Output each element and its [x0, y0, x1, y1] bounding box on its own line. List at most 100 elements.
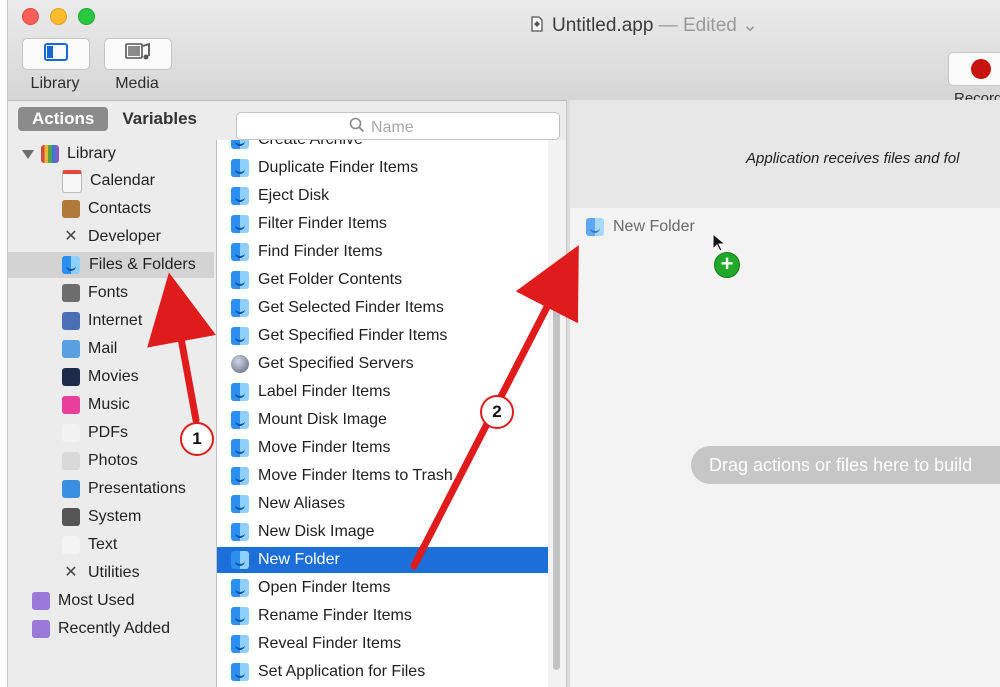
action-item[interactable]: Rename Finder Items — [217, 603, 549, 629]
sidebar-item-label: Movies — [88, 368, 139, 385]
sidebar-item-presentations[interactable]: Presentations — [62, 476, 186, 502]
library-toggle-button[interactable] — [22, 38, 90, 70]
action-item[interactable]: New Disk Image — [217, 519, 549, 545]
search-icon — [349, 117, 371, 138]
action-item[interactable]: Find Finder Items — [217, 239, 549, 265]
sidebar-item-movies[interactable]: Movies — [62, 364, 139, 390]
finder-icon — [231, 187, 249, 205]
sidebar-item-photos[interactable]: Photos — [62, 448, 138, 474]
sidebar-item-fonts[interactable]: Fonts — [62, 280, 128, 306]
files-folders-icon — [62, 256, 80, 274]
text-icon — [62, 536, 80, 554]
finder-icon — [231, 299, 249, 317]
action-item[interactable]: New Aliases — [217, 491, 549, 517]
sidebar-item-developer[interactable]: ✕ Developer — [62, 224, 161, 250]
sidebar-item-utilities[interactable]: ✕ Utilities — [62, 560, 140, 586]
music-icon — [62, 396, 80, 414]
sidebar-item-library-root[interactable]: Library — [22, 141, 116, 167]
finder-icon — [231, 411, 249, 429]
search-field[interactable]: Name — [236, 112, 560, 140]
sidebar-item-internet[interactable]: Internet — [62, 308, 142, 334]
smart-folder-icon — [32, 620, 50, 638]
sidebar-item-pdfs[interactable]: PDFs — [62, 420, 128, 446]
window-title-text: Untitled.app — [552, 15, 654, 36]
record-button[interactable] — [948, 52, 1000, 86]
close-window-button[interactable] — [22, 8, 39, 25]
action-item[interactable]: Move Finder Items — [217, 435, 549, 461]
sidebar-item-recently-added[interactable]: Recently Added — [32, 616, 170, 642]
zoom-window-button[interactable] — [78, 8, 95, 25]
sidebar-item-music[interactable]: Music — [62, 392, 130, 418]
action-item[interactable]: Move Finder Items to Trash — [217, 463, 549, 489]
disclosure-triangle-icon[interactable] — [22, 149, 34, 159]
annotation-step-1: 1 — [180, 422, 214, 456]
sidebar-item-files-folders[interactable]: Files & Folders — [8, 252, 214, 278]
finder-icon — [231, 140, 249, 149]
utilities-icon: ✕ — [64, 564, 78, 581]
action-item[interactable]: Filter Finder Items — [217, 211, 549, 237]
pdfs-icon — [62, 424, 80, 442]
sidebar-item-contacts[interactable]: Contacts — [62, 196, 151, 222]
action-item[interactable]: Eject Disk — [217, 183, 549, 209]
sidebar-item-system[interactable]: System — [62, 504, 141, 530]
chevron-down-icon[interactable]: ⌄ — [742, 15, 758, 36]
sidebar-item-most-used[interactable]: Most Used — [32, 588, 134, 614]
actions-scrollbar[interactable] — [548, 140, 567, 687]
sidebar-item-label: Photos — [88, 452, 138, 469]
action-item-label: Filter Finder Items — [258, 215, 387, 232]
action-item[interactable]: Set Application for Files — [217, 659, 549, 685]
tab-variables[interactable]: Variables — [108, 107, 211, 131]
action-item[interactable]: Open Finder Items — [217, 575, 549, 601]
action-item[interactable]: Get Selected Finder Items — [217, 295, 549, 321]
tab-actions[interactable]: Actions — [18, 107, 109, 131]
action-item-label: Move Finder Items — [258, 439, 391, 456]
sidebar-item-label: Calendar — [90, 172, 155, 189]
action-item[interactable]: New Folder — [217, 547, 549, 573]
action-item-label: Create Archive — [258, 140, 363, 149]
minimize-window-button[interactable] — [50, 8, 67, 25]
action-item-label: Move Finder Items to Trash — [258, 467, 453, 484]
finder-icon — [231, 495, 249, 513]
workflow-input-description: Application receives files and fol — [746, 150, 960, 167]
finder-icon — [586, 218, 604, 236]
action-item-label: Open Finder Items — [258, 579, 391, 596]
action-item[interactable]: Reveal Finder Items — [217, 631, 549, 657]
action-item[interactable]: Get Specified Finder Items — [217, 323, 549, 349]
finder-icon — [231, 271, 249, 289]
action-item-label: Set Application for Files — [258, 663, 426, 680]
dragged-action-label: New Folder — [613, 218, 695, 235]
sidebar-item-label: Internet — [88, 312, 143, 329]
action-item-label: Get Selected Finder Items — [258, 299, 444, 316]
finder-icon — [231, 327, 249, 345]
media-button[interactable] — [104, 38, 172, 70]
sidebar-item-label: Files & Folders — [89, 256, 196, 273]
action-item-label: New Folder — [258, 551, 340, 568]
sidebar-item-label: Utilities — [88, 564, 140, 581]
network-globe-icon — [231, 355, 249, 373]
finder-icon — [231, 523, 249, 541]
sidebar-item-calendar[interactable]: Calendar — [62, 168, 155, 194]
library-books-icon — [41, 145, 59, 163]
developer-icon: ✕ — [64, 228, 78, 245]
action-item[interactable]: Get Specified Servers — [217, 351, 549, 377]
record-icon — [971, 59, 991, 79]
window-title: Untitled.app — Edited ⌄ — [528, 14, 758, 37]
sidebar-item-label: Contacts — [88, 200, 152, 217]
fonts-icon — [62, 284, 80, 302]
library-button-label: Library — [30, 75, 80, 92]
sidebar-item-label: Fonts — [88, 284, 129, 301]
dragged-action-item[interactable]: New Folder — [586, 218, 695, 236]
sidebar-item-text[interactable]: Text — [62, 532, 117, 558]
sidebar-item-label: Developer — [88, 228, 161, 245]
finder-icon — [231, 467, 249, 485]
action-item[interactable]: Create Archive — [217, 140, 549, 153]
scrollbar-thumb[interactable] — [553, 270, 560, 670]
sidebar-item-label: System — [88, 508, 142, 525]
action-item[interactable]: Duplicate Finder Items — [217, 155, 549, 181]
media-icon — [125, 42, 151, 67]
action-item-label: Get Specified Servers — [258, 355, 414, 372]
action-item-label: Reveal Finder Items — [258, 635, 402, 652]
action-item[interactable]: Get Folder Contents — [217, 267, 549, 293]
sidebar-item-mail[interactable]: Mail — [62, 336, 117, 362]
edited-status[interactable]: — Edited — [659, 15, 737, 36]
